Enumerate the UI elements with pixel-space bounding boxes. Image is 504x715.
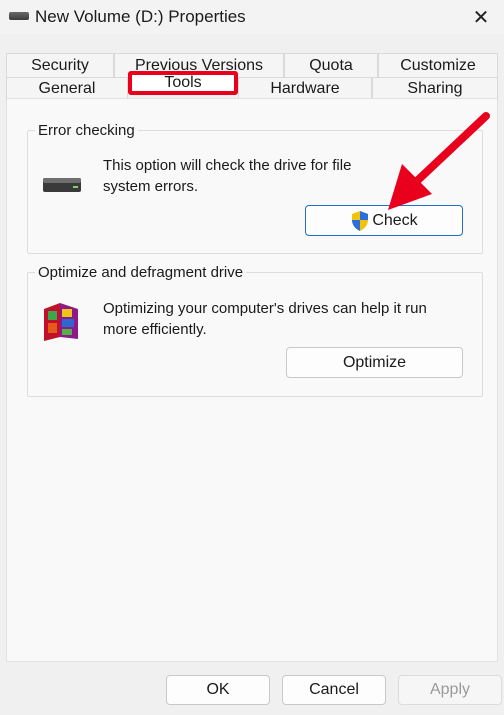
tab-security[interactable]: Security: [6, 53, 114, 77]
error-checking-label: Error checking: [35, 122, 138, 139]
optimize-group: Optimize and defragment drive Optimizing…: [27, 264, 483, 397]
description-line: Optimizing your computer's drives can he…: [103, 300, 427, 317]
tab-customize[interactable]: Customize: [378, 53, 498, 77]
tab-label: Hardware: [270, 79, 340, 97]
close-icon: ✕: [472, 6, 490, 29]
error-checking-description: This option will check the drive for fil…: [103, 155, 351, 197]
ok-button-label: OK: [206, 681, 230, 698]
tab-sharing[interactable]: Sharing: [372, 77, 498, 99]
footer-buttons: OK Cancel Apply: [0, 675, 504, 705]
tab-label: General: [38, 79, 96, 97]
title-bar: New Volume (D:) Properties ✕: [0, 0, 504, 34]
defrag-icon: [44, 303, 78, 341]
ok-button[interactable]: OK: [166, 675, 270, 705]
tab-label: Customize: [400, 56, 476, 74]
optimize-button[interactable]: Optimize: [286, 347, 463, 378]
tab-quota[interactable]: Quota: [284, 53, 378, 77]
apply-button-label: Apply: [429, 681, 471, 698]
tabs-top-row: Security Previous Versions Quota Customi…: [6, 53, 498, 77]
cancel-button-label: Cancel: [309, 681, 359, 698]
apply-button[interactable]: Apply: [398, 675, 502, 705]
tab-hardware[interactable]: Hardware: [238, 77, 372, 99]
drive-icon: [9, 12, 29, 20]
window-title: New Volume (D:) Properties: [35, 7, 246, 26]
tab-general[interactable]: General: [6, 77, 128, 99]
description-line: more efficiently.: [103, 321, 207, 338]
cancel-button[interactable]: Cancel: [282, 675, 386, 705]
tab-tools[interactable]: Tools: [128, 71, 238, 95]
optimize-label: Optimize and defragment drive: [35, 264, 247, 281]
tab-label: Sharing: [407, 79, 463, 97]
description-line: This option will check the drive for fil…: [103, 157, 352, 174]
description-line: system errors.: [103, 178, 199, 195]
optimize-description: Optimizing your computer's drives can he…: [103, 298, 427, 340]
shield-icon: [352, 210, 369, 231]
annotation-arrow-icon: [388, 112, 490, 210]
close-button[interactable]: ✕: [458, 0, 504, 34]
drive-icon: [43, 178, 81, 192]
tab-label: Tools: [164, 74, 202, 91]
tab-label: Quota: [309, 56, 353, 74]
optimize-button-label: Optimize: [342, 353, 407, 371]
tab-label: Security: [31, 56, 89, 74]
